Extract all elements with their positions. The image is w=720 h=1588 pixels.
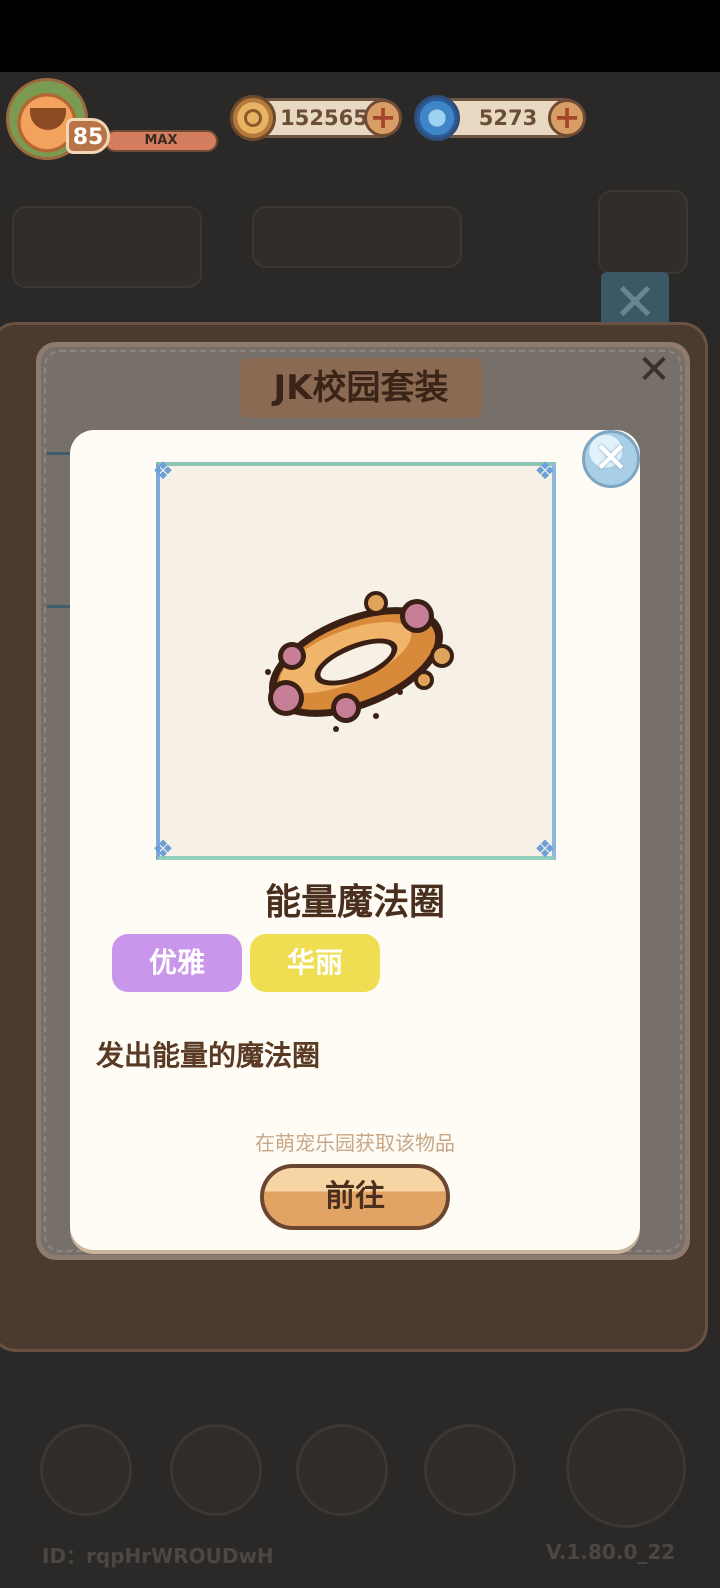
coin-amount: 152565 <box>280 106 368 130</box>
nav-map-button[interactable] <box>424 1424 516 1516</box>
background-room-card <box>12 206 202 288</box>
level-badge: 85 <box>66 118 110 154</box>
item-source-hint: 在萌宠乐园获取该物品 <box>255 1131 455 1155</box>
add-gems-button[interactable]: + <box>548 99 586 137</box>
level-status: MAX <box>144 133 178 148</box>
frame-corner-bow-icon: ❖ <box>152 835 174 863</box>
tag-elegant: 优雅 <box>112 934 242 992</box>
gem-amount: 5273 <box>478 106 538 130</box>
nav-home-button[interactable] <box>40 1424 132 1516</box>
nav-design-button[interactable] <box>170 1424 262 1516</box>
player-id: ID：rqpHrWROUDwH <box>42 1544 274 1568</box>
frame-corner-bow-icon: ❖ <box>534 457 556 485</box>
background-banner <box>252 206 462 268</box>
frame-corner-bow-icon: ❖ <box>534 835 556 863</box>
level-progress-bar: MAX <box>104 130 218 152</box>
add-coins-button[interactable]: + <box>364 99 402 137</box>
coin-icon <box>230 95 276 141</box>
background-scan-button <box>598 190 688 274</box>
gem-swirl-icon <box>414 95 460 141</box>
magic-ring-icon <box>265 591 454 732</box>
item-image-frame <box>156 462 556 860</box>
status-bar <box>0 0 720 72</box>
item-description: 发出能量的魔法圈 <box>96 1039 321 1072</box>
dialog-close-button[interactable]: ✕ <box>582 430 640 488</box>
nav-list-button[interactable] <box>296 1424 388 1516</box>
item-name: 能量魔法圈 <box>264 882 445 923</box>
collection-title: JK校园套装 <box>240 358 482 418</box>
frame-corner-bow-icon: ❖ <box>152 457 174 485</box>
app-version: V.1.80.0_22 <box>546 1540 676 1564</box>
go-button[interactable]: 前往 <box>260 1164 450 1230</box>
collection-close-button[interactable]: ✕ <box>634 350 674 390</box>
nav-phone-button[interactable] <box>566 1408 686 1528</box>
tag-gorgeous: 华丽 <box>250 934 380 992</box>
